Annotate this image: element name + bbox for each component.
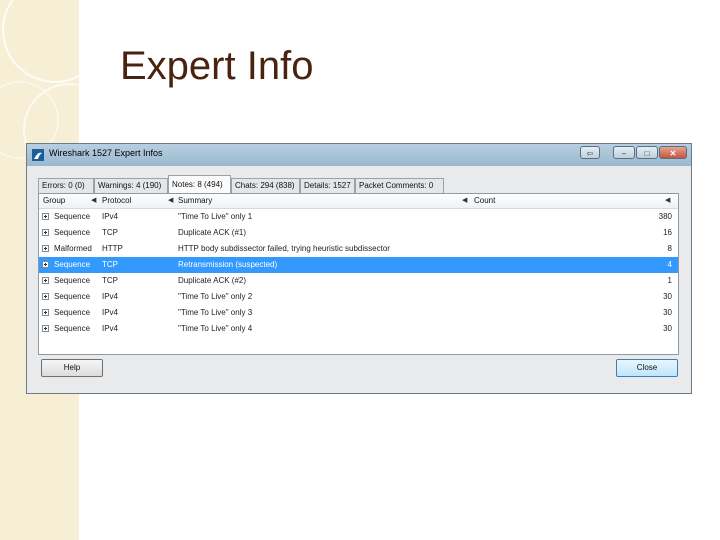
expand-plus-icon[interactable] xyxy=(42,325,49,332)
table-row[interactable]: Sequence IPv4 "Time To Live" only 4 30 xyxy=(39,321,678,337)
row-group: Sequence xyxy=(54,308,91,317)
column-header-summary[interactable]: Summary xyxy=(178,194,212,208)
row-count: 30 xyxy=(663,308,672,317)
tab-notes[interactable]: Notes: 8 (494) xyxy=(168,175,231,193)
table-row[interactable]: Sequence IPv4 "Time To Live" only 1 380 xyxy=(39,209,678,225)
row-group: Sequence xyxy=(54,260,91,269)
row-summary: "Time To Live" only 2 xyxy=(178,292,253,301)
row-summary: Retransmission (suspected) xyxy=(178,260,278,269)
row-count: 1 xyxy=(667,276,672,285)
column-header-count[interactable]: Count xyxy=(474,194,495,208)
row-group: Malformed xyxy=(54,244,92,253)
row-protocol: HTTP xyxy=(102,244,123,253)
minimize-button[interactable]: – xyxy=(613,146,635,159)
expand-plus-icon[interactable] xyxy=(42,229,49,236)
expand-plus-icon[interactable] xyxy=(42,277,49,284)
row-protocol: IPv4 xyxy=(102,212,119,221)
table-header: Group ◀ Protocol ◀ Summary ◀ Count ◀ xyxy=(39,194,678,209)
table-row[interactable]: Sequence IPv4 "Time To Live" only 2 30 xyxy=(39,289,678,305)
expand-plus-icon[interactable] xyxy=(42,213,49,220)
tab-warnings[interactable]: Warnings: 4 (190) xyxy=(94,178,168,193)
tab-details[interactable]: Details: 1527 xyxy=(300,178,355,193)
sort-arrow-icon: ◀ xyxy=(665,197,671,204)
table-row[interactable]: Sequence IPv4 "Time To Live" only 3 30 xyxy=(39,305,678,321)
sort-arrow-icon: ◀ xyxy=(91,197,97,204)
row-count: 380 xyxy=(658,212,672,221)
row-group: Sequence xyxy=(54,212,91,221)
row-summary: HTTP body subdissector failed, trying he… xyxy=(178,244,390,253)
row-protocol: TCP xyxy=(102,260,118,269)
row-group: Sequence xyxy=(54,292,91,301)
expert-info-table: Group ◀ Protocol ◀ Summary ◀ Count ◀ Seq… xyxy=(38,193,679,355)
sort-arrow-icon: ◀ xyxy=(168,197,174,204)
close-button[interactable]: Close xyxy=(616,359,678,377)
row-protocol: TCP xyxy=(102,228,118,237)
row-protocol: IPv4 xyxy=(102,324,119,333)
table-row[interactable]: Sequence TCP Duplicate ACK (#2) 1 xyxy=(39,273,678,289)
expand-plus-icon[interactable] xyxy=(42,245,49,252)
row-count: 30 xyxy=(663,324,672,333)
slide-title: Expert Info xyxy=(120,44,314,88)
row-summary: "Time To Live" only 3 xyxy=(178,308,253,317)
row-summary: "Time To Live" only 1 xyxy=(178,212,253,221)
close-window-button[interactable]: ✕ xyxy=(659,146,687,159)
tab-packet-comments[interactable]: Packet Comments: 0 xyxy=(355,178,444,193)
window-titlebar[interactable]: Wireshark 1527 Expert Infos ⇦ – □ ✕ xyxy=(27,144,691,166)
table-row[interactable]: Malformed HTTP HTTP body subdissector fa… xyxy=(39,241,678,257)
expand-plus-icon[interactable] xyxy=(42,293,49,300)
sort-arrow-icon: ◀ xyxy=(462,197,468,204)
row-protocol: IPv4 xyxy=(102,292,119,301)
row-count: 30 xyxy=(663,292,672,301)
row-summary: Duplicate ACK (#1) xyxy=(178,228,247,237)
table-row[interactable]: Sequence TCP Duplicate ACK (#1) 16 xyxy=(39,225,678,241)
window-title: Wireshark 1527 Expert Infos xyxy=(49,148,163,158)
row-group: Sequence xyxy=(54,324,91,333)
wireshark-fin-icon xyxy=(32,149,44,161)
row-summary: "Time To Live" only 4 xyxy=(178,324,253,333)
back-button[interactable]: ⇦ xyxy=(580,146,600,159)
row-count: 8 xyxy=(667,244,672,253)
column-header-protocol[interactable]: Protocol xyxy=(102,194,131,208)
expand-plus-icon[interactable] xyxy=(42,309,49,316)
help-button[interactable]: Help xyxy=(41,359,103,377)
column-header-group[interactable]: Group xyxy=(43,194,65,208)
row-group: Sequence xyxy=(54,228,91,237)
table-row-selected[interactable]: Sequence TCP Retransmission (suspected) … xyxy=(39,257,678,273)
row-protocol: IPv4 xyxy=(102,308,119,317)
row-summary: Duplicate ACK (#2) xyxy=(178,276,247,285)
tab-chats[interactable]: Chats: 294 (838) xyxy=(231,178,300,193)
maximize-button[interactable]: □ xyxy=(636,146,658,159)
row-count: 16 xyxy=(663,228,672,237)
row-group: Sequence xyxy=(54,276,91,285)
row-count: 4 xyxy=(667,260,672,269)
expand-plus-icon[interactable] xyxy=(42,261,49,268)
row-protocol: TCP xyxy=(102,276,118,285)
expert-infos-window: Wireshark 1527 Expert Infos ⇦ – □ ✕ Erro… xyxy=(26,143,692,394)
tab-errors[interactable]: Errors: 0 (0) xyxy=(38,178,94,193)
